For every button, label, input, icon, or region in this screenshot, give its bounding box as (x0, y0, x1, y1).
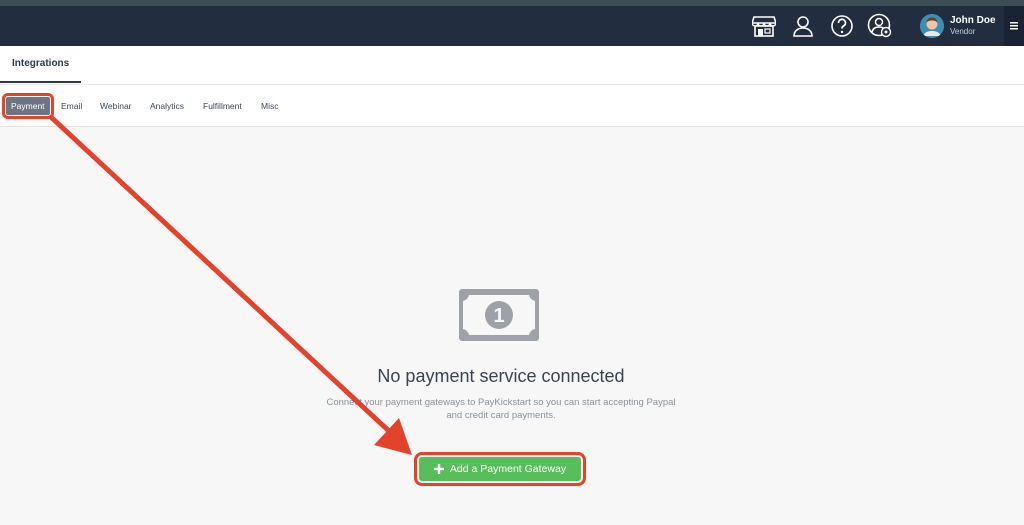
plus-icon (433, 464, 444, 474)
bill-digit: 1 (493, 305, 504, 327)
money-bill-icon: 1 (459, 289, 539, 341)
tab-integrations[interactable]: Integrations (0, 46, 82, 83)
empty-desc-line1: Connect your payment gateways to PayKick… (326, 397, 676, 408)
empty-state-title: No payment service connected (377, 366, 625, 386)
user-role: Vendor (950, 27, 976, 36)
add-payment-gateway-label: Add a Payment Gateway (449, 463, 567, 475)
account-settings-icon[interactable] (866, 12, 894, 40)
tab-webinar[interactable]: Webinar (95, 97, 137, 115)
tab-email[interactable]: Email (56, 97, 87, 115)
user-profile[interactable]: John Doe Vendor (920, 12, 996, 40)
avatar (920, 14, 944, 38)
empty-state-description: Connect your payment gateways to PayKick… (326, 396, 676, 422)
store-icon[interactable] (750, 12, 778, 40)
user-name: John Doe (950, 15, 996, 26)
add-payment-gateway-button[interactable]: Add a Payment Gateway (414, 452, 586, 486)
hamburger-icon (1010, 22, 1018, 30)
menu-button[interactable] (1004, 6, 1024, 46)
app-header: John Doe Vendor (0, 6, 1024, 46)
help-icon[interactable] (828, 12, 856, 40)
tab-misc[interactable]: Misc (256, 97, 283, 115)
tab-fulfillment[interactable]: Fulfillment (198, 97, 247, 115)
user-icon[interactable] (789, 12, 817, 40)
page-title-bar: Integrations (0, 46, 1024, 85)
tab-analytics[interactable]: Analytics (145, 97, 189, 115)
empty-desc-line2: and credit card payments. (446, 410, 556, 421)
integration-category-tabs: Payment Email Webinar Analytics Fulfillm… (0, 85, 1024, 127)
tab-payment[interactable]: Payment (2, 93, 54, 119)
